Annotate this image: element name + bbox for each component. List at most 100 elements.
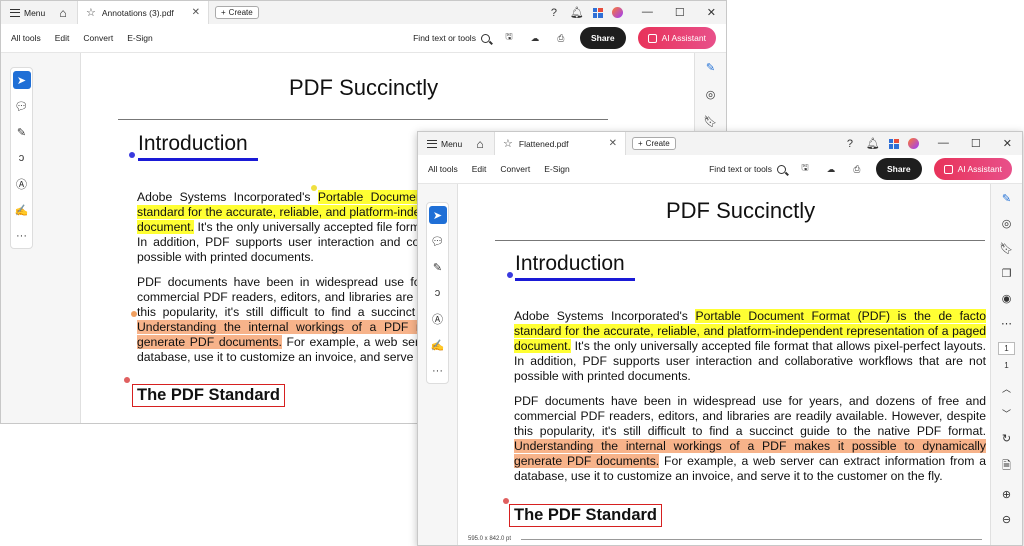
close-window-icon[interactable]: ✕: [707, 6, 716, 19]
text-select-icon[interactable]: Ⓐ: [429, 310, 447, 328]
annotation-marker[interactable]: [129, 152, 135, 158]
chevron-up-icon[interactable]: ︿: [1002, 382, 1011, 395]
ai-icon: [647, 33, 657, 43]
document-icon[interactable]: 🗎︎: [1002, 457, 1011, 476]
print-icon[interactable]: ⎙: [850, 164, 864, 175]
save-icon[interactable]: 🖫︎: [502, 31, 516, 45]
create-label: Create: [645, 139, 670, 148]
subheading-box: The PDF Standard: [509, 504, 663, 527]
select-cursor-icon[interactable]: ➤: [12, 71, 31, 89]
more-icon[interactable]: ···: [429, 362, 447, 380]
menu-all-tools[interactable]: All tools: [428, 164, 458, 174]
menu-esign[interactable]: E-Sign: [127, 33, 153, 43]
plus-icon: +: [221, 8, 226, 17]
refresh-icon[interactable]: ↻: [1002, 432, 1011, 445]
main-toolbar: All tools Edit Convert E-Sign Find text …: [418, 155, 1022, 184]
annotation-marker[interactable]: [507, 272, 513, 278]
help-icon[interactable]: ?: [843, 138, 857, 150]
annotate-icon[interactable]: ✎: [706, 61, 715, 74]
menu-button[interactable]: Menu: [1, 8, 47, 18]
section-heading: Introduction: [515, 252, 625, 275]
print-icon[interactable]: ⎙: [554, 33, 568, 44]
maximize-icon[interactable]: ☐: [971, 137, 981, 150]
avatar-icon[interactable]: [907, 138, 919, 149]
section-heading: Introduction: [138, 132, 248, 155]
document-title: PDF Succinctly: [666, 198, 816, 223]
star-icon[interactable]: ☆: [503, 137, 513, 150]
more-icon[interactable]: ···: [13, 227, 31, 245]
tab-document[interactable]: ☆ Flattened.pdf ✕: [494, 132, 626, 155]
scan-icon[interactable]: ◎: [706, 88, 716, 101]
tab-document[interactable]: ☆ Annotations (3).pdf ✕: [77, 1, 209, 24]
comment-icon[interactable]: 💬︎: [13, 97, 31, 115]
lasso-icon[interactable]: ↄ: [429, 284, 447, 302]
avatar-icon[interactable]: [611, 7, 623, 18]
menu-convert[interactable]: Convert: [83, 33, 113, 43]
text-run: It's the only universally accepted file …: [514, 339, 986, 383]
zoom-in-icon[interactable]: ⊕: [1002, 488, 1011, 501]
paragraph-1: Adobe Systems Incorporated's Portable Do…: [514, 309, 986, 384]
ai-assistant-button[interactable]: AI Assistant: [637, 27, 716, 49]
find-text-tools[interactable]: Find text or tools: [709, 164, 786, 174]
main-toolbar: All tools Edit Convert E-Sign Find text …: [1, 24, 726, 53]
apps-grid-icon[interactable]: [592, 7, 603, 18]
create-button[interactable]: + Create: [632, 137, 676, 150]
titlebar: Menu ⌂ ☆ Annotations (3).pdf ✕ + Create …: [1, 1, 726, 24]
fill-sign-icon[interactable]: ✍: [429, 336, 447, 354]
help-icon[interactable]: ?: [547, 7, 561, 19]
maximize-icon[interactable]: ☐: [675, 6, 685, 19]
menu-edit[interactable]: Edit: [472, 164, 487, 174]
annotation-marker[interactable]: [124, 377, 130, 383]
minimize-icon[interactable]: —: [642, 6, 653, 19]
share-button[interactable]: Share: [579, 27, 626, 49]
close-window-icon[interactable]: ✕: [1003, 137, 1012, 150]
home-icon[interactable]: ⌂: [470, 137, 490, 151]
minimize-icon[interactable]: —: [938, 137, 949, 150]
ai-assistant-button[interactable]: AI Assistant: [933, 158, 1012, 180]
chevron-down-icon[interactable]: ﹀: [1002, 407, 1011, 420]
upload-icon[interactable]: ☁︎: [528, 33, 542, 44]
menu-edit[interactable]: Edit: [55, 33, 70, 43]
share-button[interactable]: Share: [875, 158, 922, 180]
select-cursor-icon[interactable]: ➤: [428, 206, 447, 224]
page-number-box[interactable]: 1: [998, 342, 1015, 355]
create-button[interactable]: + Create: [215, 6, 259, 19]
save-icon[interactable]: 🖫︎: [798, 162, 812, 176]
pages-icon[interactable]: ❐: [1002, 267, 1012, 280]
text-select-icon[interactable]: Ⓐ: [13, 175, 31, 193]
annotate-icon[interactable]: ✎: [1002, 192, 1011, 205]
menu-esign[interactable]: E-Sign: [544, 164, 570, 174]
more-icon[interactable]: ⋯: [1001, 317, 1012, 330]
title-rule: [118, 119, 608, 120]
apps-grid-icon[interactable]: [888, 138, 899, 149]
zoom-out-icon[interactable]: ⊖: [1002, 513, 1011, 526]
clock-icon[interactable]: ◉: [1002, 292, 1012, 305]
close-icon[interactable]: ✕: [192, 7, 200, 18]
pen-icon[interactable]: ✎: [429, 258, 447, 276]
fill-sign-icon[interactable]: ✍: [13, 201, 31, 219]
upload-icon[interactable]: ☁︎: [824, 164, 838, 175]
home-icon[interactable]: ⌂: [53, 6, 73, 20]
bell-icon[interactable]: 🔔︎: [866, 137, 880, 150]
scan-icon[interactable]: ◎: [1002, 217, 1012, 230]
menu-convert[interactable]: Convert: [500, 164, 530, 174]
comment-icon[interactable]: 💬︎: [429, 232, 447, 250]
bookmark-icon[interactable]: 🔖︎: [704, 115, 718, 128]
search-icon: [480, 33, 490, 43]
search-icon: [776, 164, 786, 174]
document-title: PDF Succinctly: [289, 75, 439, 100]
bookmark-icon[interactable]: 🔖︎: [1000, 242, 1014, 255]
bell-icon[interactable]: 🔔︎: [570, 6, 584, 19]
star-icon[interactable]: ☆: [86, 6, 96, 19]
lasso-icon[interactable]: ↄ: [13, 149, 31, 167]
close-icon[interactable]: ✕: [609, 138, 617, 149]
ai-icon: [943, 164, 953, 174]
menu-button[interactable]: Menu: [418, 139, 464, 149]
pen-icon[interactable]: ✎: [13, 123, 31, 141]
tab-title: Flattened.pdf: [518, 138, 569, 149]
menu-all-tools[interactable]: All tools: [11, 33, 41, 43]
subheading-box: The PDF Standard: [132, 384, 286, 407]
tool-panel: ➤ 💬︎ ✎ ↄ Ⓐ ✍ ···: [426, 202, 449, 384]
horizontal-scrollbar[interactable]: [521, 538, 982, 540]
find-text-tools[interactable]: Find text or tools: [413, 33, 490, 43]
